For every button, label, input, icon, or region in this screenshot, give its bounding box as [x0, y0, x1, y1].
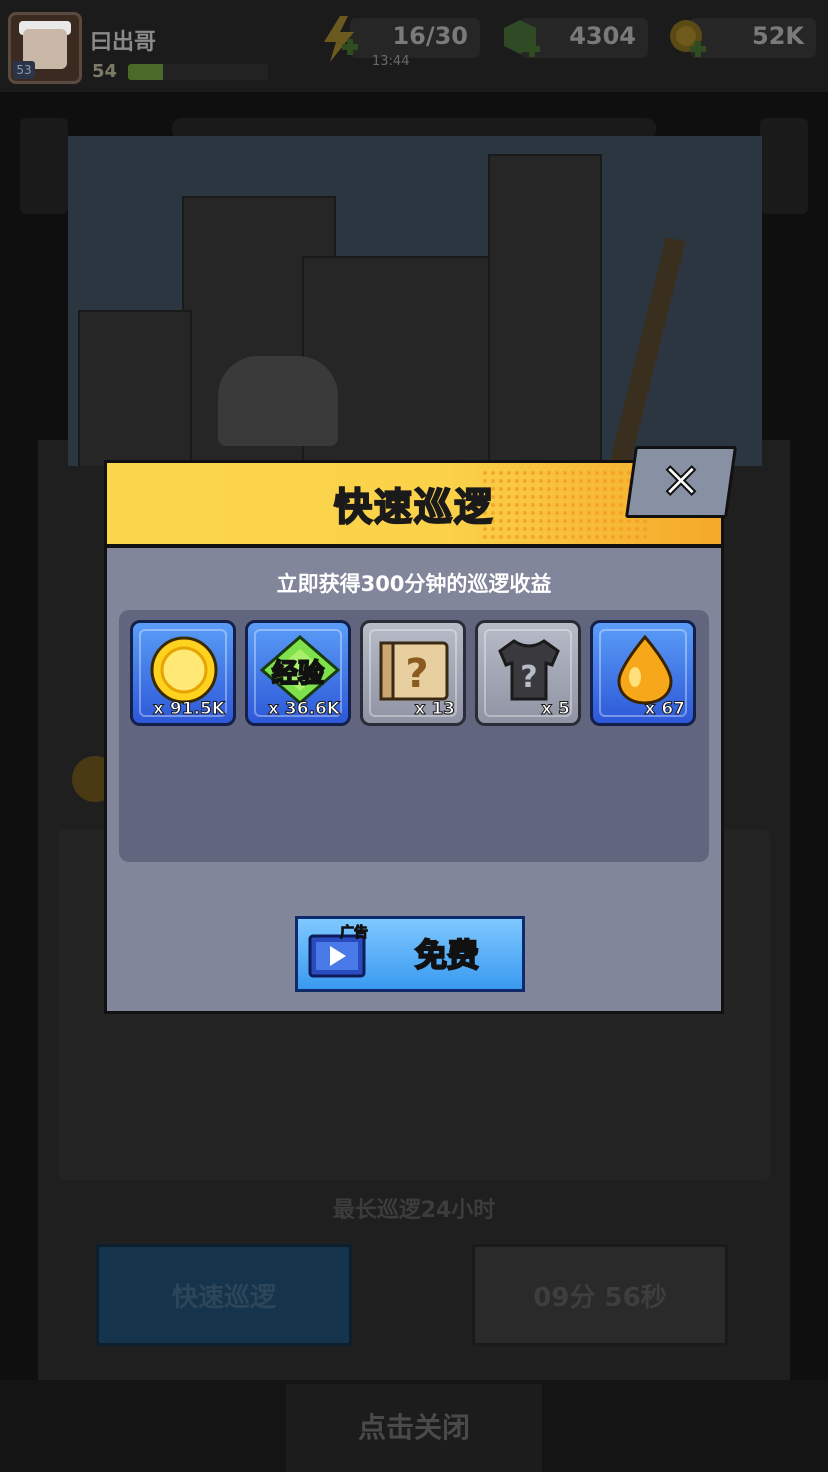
mystery-shirt-icon: ? [498, 639, 560, 701]
reward-quantity: x 36.6K [267, 699, 340, 720]
mystery-scroll-icon: ? [379, 641, 449, 701]
gem-icon [504, 20, 540, 57]
reward-quantity: x 67 [644, 699, 686, 720]
quick-patrol-button[interactable]: 快速巡逻 [96, 1244, 352, 1346]
right-side-button[interactable] [760, 118, 808, 214]
close-icon[interactable]: ✕ [630, 446, 732, 518]
max-patrol-hint: 最长巡逻24小时 [332, 1198, 496, 1223]
free-button-label: 免费 [414, 935, 480, 975]
tap-to-close-hint[interactable]: 点击关闭 [0, 1406, 828, 1446]
gold-coin-icon [670, 20, 706, 57]
energy-timer: 13:44 [372, 54, 410, 69]
gold-value: 52K [752, 22, 804, 50]
reward-item-mystery-shirt[interactable]: ? x 5 [475, 620, 581, 726]
patrol-scene-illustration [68, 136, 762, 466]
reward-item-mystery-scroll[interactable]: ? x 13 [360, 620, 466, 726]
svg-text:?: ? [520, 660, 537, 695]
xp-bar-fill [128, 64, 163, 80]
avatar-level-badge: 53 [13, 61, 35, 79]
gold-coin-icon [150, 636, 218, 704]
energy-value: 16/30 [392, 22, 468, 50]
exp-label: 经验 [271, 658, 325, 690]
player-name: 曰出哥 [90, 30, 157, 55]
energy-icon [324, 16, 358, 62]
reward-item-exp[interactable]: 经验 x 36.6K [245, 620, 351, 726]
xp-bar [128, 64, 268, 80]
left-side-button[interactable] [20, 118, 68, 214]
reward-quantity: x 5 [541, 699, 571, 720]
patrol-countdown-button[interactable]: 09分 56秒 [472, 1244, 728, 1346]
modal-subtitle: 立即获得300分钟的巡逻收益 [276, 572, 552, 596]
svg-text:?: ? [405, 651, 428, 697]
player-avatar[interactable]: 53 [8, 12, 82, 84]
gold-counter[interactable]: 52K [690, 18, 816, 58]
player-level: 54 [92, 61, 118, 82]
reward-quantity: x 91.5K [152, 699, 225, 720]
reward-item-oil-drop[interactable]: x 67 [590, 620, 696, 726]
oil-drop-icon [617, 634, 673, 705]
energy-counter[interactable]: 16/30 [350, 18, 480, 58]
gems-value: 4304 [569, 22, 636, 50]
reward-item-gold[interactable]: x 91.5K [130, 620, 236, 726]
ad-tag: 广告 [340, 925, 369, 942]
reward-quantity: x 13 [414, 699, 456, 720]
